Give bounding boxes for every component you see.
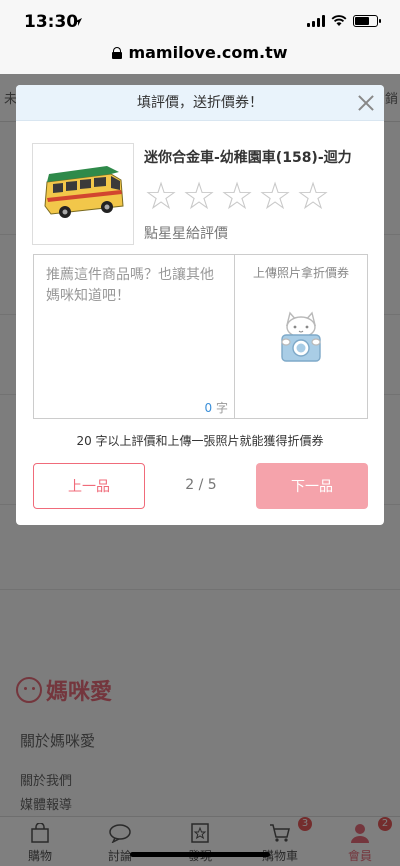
review-input[interactable] [34, 255, 234, 418]
product-name: 迷你合金車-幼稚園車(158)-迴力 [144, 150, 352, 166]
address-bar[interactable]: mamilove.com.tw [0, 40, 400, 74]
char-count: 0 字 [205, 399, 228, 416]
close-icon[interactable] [356, 93, 376, 113]
next-item-button[interactable]: 下一品 [256, 463, 368, 509]
status-time: 13:30 [24, 12, 79, 32]
star-icon-5[interactable]: ☆ [294, 177, 332, 215]
star-icon-2[interactable]: ☆ [180, 177, 218, 215]
cat-camera-icon [281, 311, 321, 362]
pager-row: 上一品 2 / 5 下一品 [33, 463, 368, 509]
battery-icon [353, 15, 381, 27]
wifi-icon [331, 15, 347, 26]
review-area: 0 字 上傳照片拿折價券 [33, 254, 368, 419]
product-row: 迷你合金車-幼稚園車(158)-迴力 ☆ ☆ ☆ ☆ ☆ 點星星給評價 [32, 143, 372, 247]
bus-toy-icon [44, 166, 124, 218]
modal-header: 填評價，送折價券！ [16, 85, 384, 121]
location-arrow-icon [74, 18, 82, 26]
char-count-unit: 字 [215, 401, 228, 415]
photo-upload-button[interactable]: 上傳照片拿折價券 [235, 255, 367, 418]
star-icon-3[interactable]: ☆ [218, 177, 256, 215]
star-icon-1[interactable]: ☆ [142, 177, 180, 215]
product-image [32, 143, 134, 245]
home-indicator [130, 852, 270, 857]
signal-icon [307, 15, 325, 27]
lock-icon [112, 47, 123, 59]
pager-indicator: 2 / 5 [185, 477, 217, 493]
status-bar: 13:30 [0, 0, 400, 40]
prev-item-button[interactable]: 上一品 [33, 463, 145, 509]
star-icon-4[interactable]: ☆ [256, 177, 294, 215]
rating-hint: 點星星給評價 [144, 226, 228, 242]
review-modal: 填評價，送折價券！ 迷你合金車-幼稚園車(158)-迴力 ☆ ☆ ☆ ☆ ☆ 點… [16, 85, 384, 525]
star-rating: ☆ ☆ ☆ ☆ ☆ [142, 177, 332, 215]
reward-notice: 20 字以上評價和上傳一張照片就能獲得折價券 [76, 434, 324, 448]
url-text: mamilove.com.tw [128, 43, 288, 62]
upload-label: 上傳照片拿折價券 [252, 266, 349, 280]
status-icons [307, 15, 381, 27]
char-count-number: 0 [204, 401, 213, 415]
review-text-box: 0 字 [34, 255, 235, 418]
modal-title: 填評價，送折價券！ [137, 95, 263, 111]
